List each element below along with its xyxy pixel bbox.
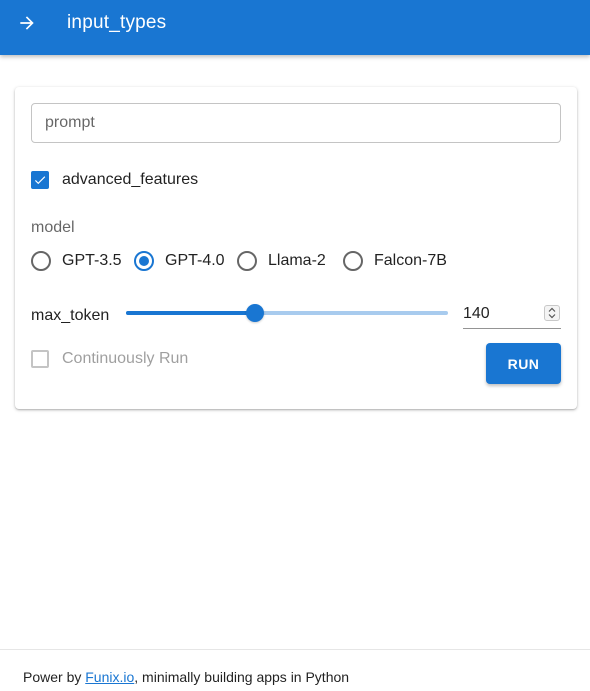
radio-unchecked-icon[interactable]: [31, 251, 51, 271]
radio-gpt-3-5[interactable]: GPT-3.5: [31, 251, 122, 271]
slider-track: [126, 311, 255, 315]
funix-link[interactable]: Funix.io: [85, 669, 134, 685]
max-token-value[interactable]: 140: [463, 305, 490, 323]
arrow-right-icon[interactable]: [14, 10, 40, 36]
continuously-run-checkbox[interactable]: Continuously Run: [31, 350, 188, 368]
continuously-run-label: Continuously Run: [62, 350, 189, 367]
radio-label: Falcon-7B: [374, 252, 447, 269]
spinner-arrows-icon[interactable]: [544, 305, 560, 321]
footer-suffix: , minimally building apps in Python: [134, 669, 350, 685]
radio-unchecked-icon[interactable]: [343, 251, 363, 271]
max-token-slider[interactable]: [126, 303, 448, 323]
radio-gpt-4-0[interactable]: GPT-4.0: [134, 251, 225, 271]
radio-falcon-7b[interactable]: Falcon-7B: [343, 251, 447, 271]
prompt-input[interactable]: [31, 103, 561, 143]
radio-llama-2[interactable]: Llama-2: [237, 251, 326, 271]
app-title: input_types: [67, 12, 167, 33]
run-button[interactable]: RUN: [486, 343, 561, 384]
checkbox-checked-icon[interactable]: [31, 171, 49, 189]
advanced-features-checkbox[interactable]: advanced_features: [31, 171, 198, 189]
footer: Power by Funix.io, minimally building ap…: [23, 669, 349, 685]
slider-thumb[interactable]: [245, 304, 264, 322]
footer-prefix: Power by: [23, 669, 86, 685]
advanced-features-label: advanced_features: [62, 171, 199, 188]
app-bar: input_types: [0, 0, 590, 55]
radio-label: Llama-2: [268, 252, 326, 269]
footer-divider: [0, 649, 590, 650]
checkbox-unchecked-icon[interactable]: [31, 350, 49, 368]
max-token-number-input[interactable]: 140: [463, 301, 561, 329]
radio-label: GPT-3.5: [62, 252, 122, 269]
form-card: advanced_features model GPT-3.5 GPT-4.0 …: [15, 87, 577, 409]
radio-label: GPT-4.0: [165, 252, 225, 269]
model-label: model: [31, 219, 75, 236]
max-token-label: max_token: [31, 307, 110, 324]
radio-unchecked-icon[interactable]: [237, 251, 257, 271]
radio-checked-icon[interactable]: [134, 251, 154, 271]
